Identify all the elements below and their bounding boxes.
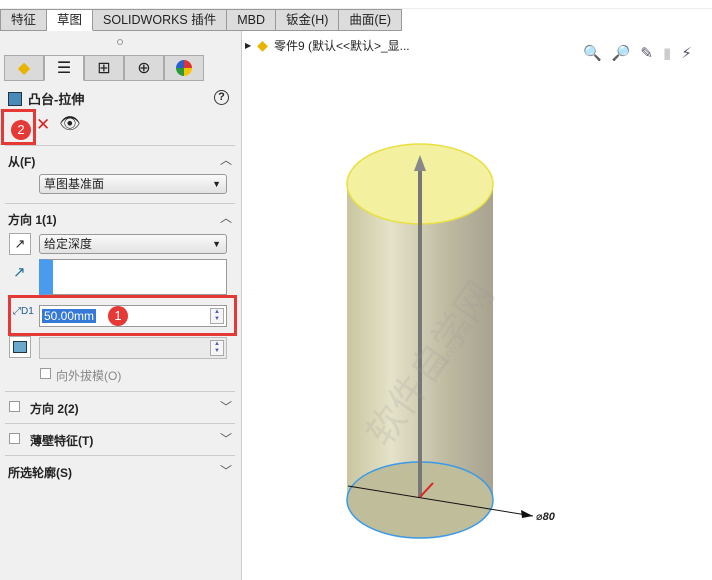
- dimension-arrow: [521, 510, 533, 518]
- config-manager-tab[interactable]: ⊞: [84, 55, 124, 81]
- command-tabs: 特征 草图 SOLIDWORKS 插件 MBD 钣金(H) 曲面(E): [0, 9, 403, 31]
- draft-outward-checkbox[interactable]: [40, 368, 51, 379]
- panel-grip[interactable]: [117, 39, 123, 45]
- reverse-arrow-icon: ↗: [14, 236, 26, 251]
- direction1-label: 方向 1(1): [8, 213, 57, 227]
- display-manager-tab[interactable]: [164, 55, 204, 81]
- tree-icon: ⊞: [97, 60, 111, 77]
- reverse-direction-button[interactable]: ↗: [9, 233, 31, 255]
- cancel-button[interactable]: ✕: [36, 115, 50, 135]
- end-condition-value: 给定深度: [44, 237, 93, 251]
- draft-toggle-button[interactable]: [9, 336, 31, 358]
- from-value: 草图基准面: [44, 177, 105, 191]
- from-section-label: 从(F): [8, 155, 36, 169]
- graphics-viewport[interactable]: ▶ ◆ 零件9 (默认<<默认>_显... 🔍 🔎 ✎ ▮ ⚡ 软件自学网 RJ…: [243, 31, 712, 580]
- step-badge-2: 2: [11, 120, 31, 140]
- top-strip: [0, 0, 712, 9]
- direction-vector-list[interactable]: [39, 259, 227, 295]
- dimxpert-tab[interactable]: ⊕: [124, 55, 164, 81]
- direction2-checkbox[interactable]: [9, 401, 20, 412]
- depth-spinner[interactable]: ▲ ▼: [210, 308, 224, 324]
- depth-input[interactable]: 50.00mm ▲ ▼: [39, 305, 227, 327]
- property-manager: ◆ ☰ ⊞ ⊕ 凸台-拉伸 ? ✓ ✕ 👁 2 从(F) ︿ 草图基准面▼ 方向…: [0, 31, 242, 580]
- thin-feature-label: 薄壁特征(T): [30, 434, 94, 448]
- tab-sketch[interactable]: 草图: [47, 9, 94, 31]
- help-button[interactable]: ?: [214, 90, 229, 105]
- depth-value: 50.00mm: [42, 309, 97, 323]
- selected-contours-label: 所选轮廓(S): [8, 466, 72, 480]
- boss-extrude-icon: [8, 91, 22, 106]
- tab-sheet-metal[interactable]: 钣金(H): [276, 9, 340, 31]
- from-select[interactable]: 草图基准面 ▼: [39, 174, 227, 194]
- draft-icon: [13, 341, 27, 353]
- direction-vector-icon: ↗: [13, 264, 26, 281]
- crosshair-icon: ⊕: [137, 60, 151, 77]
- end-condition-select[interactable]: 给定深度 ▼: [39, 234, 227, 254]
- step-badge-1: 1: [108, 306, 128, 326]
- expand-direction2-icon[interactable]: ﹀: [220, 398, 232, 415]
- feature-tree-tab[interactable]: ◆: [4, 55, 44, 81]
- color-wheel-icon: [176, 60, 192, 76]
- model-canvas: 软件自学网 RJZXW.COM: [346, 143, 534, 539]
- tab-surfaces[interactable]: 曲面(E): [339, 9, 403, 31]
- draft-spinner[interactable]: ▲ ▼: [210, 340, 224, 356]
- draft-angle-input[interactable]: ▲ ▼: [39, 337, 227, 359]
- draft-outward-label: 向外拔模(O): [56, 369, 122, 383]
- property-manager-tab[interactable]: ☰: [44, 55, 84, 81]
- depth-icon: ⤢D1: [13, 306, 34, 317]
- tab-mbd[interactable]: MBD: [227, 9, 277, 31]
- dropdown-arrow-icon: ▼: [212, 239, 221, 249]
- dropdown-arrow-icon: ▼: [212, 179, 221, 189]
- thin-feature-checkbox[interactable]: [9, 433, 20, 444]
- feature-title: 凸台-拉伸: [28, 92, 85, 107]
- direction2-label: 方向 2(2): [30, 402, 79, 416]
- list-icon: ☰: [56, 60, 72, 77]
- expand-contours-icon[interactable]: ﹀: [220, 462, 232, 479]
- part-icon: ◆: [17, 60, 31, 77]
- tab-features[interactable]: 特征: [0, 9, 48, 31]
- diameter-dimension[interactable]: ⌀80: [536, 510, 555, 523]
- tab-solidworks-addins[interactable]: SOLIDWORKS 插件: [93, 9, 228, 31]
- preview-eye-icon[interactable]: 👁: [59, 114, 81, 134]
- collapse-from-icon[interactable]: ︿: [220, 151, 232, 168]
- expand-thin-feature-icon[interactable]: ﹀: [220, 430, 232, 447]
- collapse-direction1-icon[interactable]: ︿: [220, 209, 232, 226]
